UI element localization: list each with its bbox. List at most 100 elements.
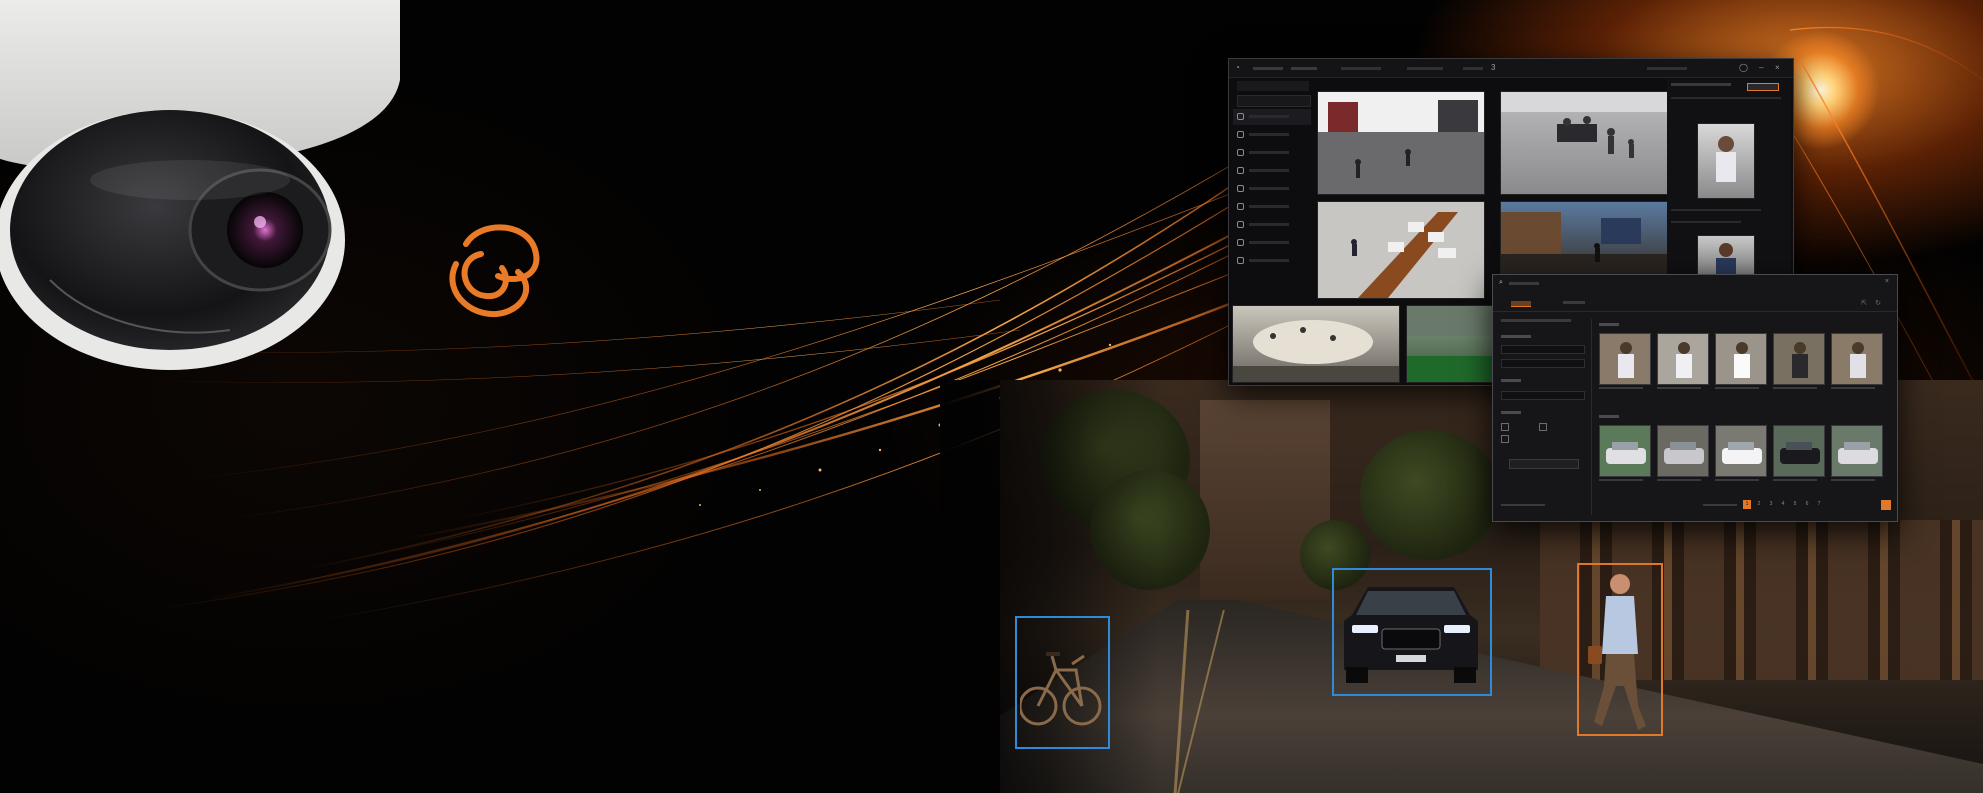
thumb-caption xyxy=(1773,479,1817,481)
vehicle-result-thumb[interactable] xyxy=(1657,425,1709,477)
panel-row xyxy=(1671,209,1761,211)
brand-logo-icon xyxy=(449,224,540,317)
window-titlebar: ◔ 3 ◯ – × xyxy=(1229,59,1793,78)
tab-playback[interactable] xyxy=(1407,67,1443,70)
page-1-button[interactable]: 1 xyxy=(1743,500,1751,509)
feed-content xyxy=(1233,320,1399,382)
time-to-field[interactable] xyxy=(1501,359,1585,368)
toolbar-item[interactable] xyxy=(1253,67,1283,70)
dialog-title-text xyxy=(1509,282,1539,285)
search-dialog: ⌕ × ⇱ ↻ 1 2 3 4 5 6 7 xyxy=(1492,274,1898,522)
thumb-caption xyxy=(1657,479,1701,481)
close-icon[interactable]: × xyxy=(1885,278,1889,285)
vehicle-result-thumb[interactable] xyxy=(1599,425,1651,477)
next-page-button[interactable] xyxy=(1881,500,1891,510)
camera-feed-tile[interactable] xyxy=(1317,91,1485,195)
sidebar-item[interactable] xyxy=(1233,145,1311,161)
feed-content xyxy=(1832,426,1882,476)
results-count xyxy=(1501,504,1545,506)
camera-icon xyxy=(1237,149,1244,156)
thumb-caption xyxy=(1773,387,1817,389)
detail-panel xyxy=(1667,79,1791,281)
feed-content xyxy=(1716,334,1766,384)
person-result-thumb[interactable] xyxy=(1599,333,1651,385)
person-result-thumb[interactable] xyxy=(1831,333,1883,385)
feed-content xyxy=(1774,426,1824,476)
camera-icon xyxy=(1237,257,1244,264)
person-snapshot[interactable] xyxy=(1697,123,1755,199)
detection-box-car xyxy=(1332,568,1492,696)
thumb-caption xyxy=(1657,387,1701,389)
search-button[interactable] xyxy=(1509,459,1579,469)
page-2-button[interactable]: 2 xyxy=(1755,500,1763,509)
sidebar-item[interactable] xyxy=(1233,181,1311,197)
camera-icon xyxy=(1237,167,1244,174)
page-7-button[interactable]: 7 xyxy=(1815,500,1823,509)
camera-feed-tile[interactable] xyxy=(1500,91,1668,195)
sidebar-item[interactable] xyxy=(1233,199,1311,215)
camera-icon xyxy=(1237,203,1244,210)
sidebar-item-label xyxy=(1249,187,1289,190)
dialog-title: ⌕ xyxy=(1499,279,1503,286)
page-4-button[interactable]: 4 xyxy=(1779,500,1787,509)
feed-content xyxy=(1600,426,1650,476)
sidebar-item[interactable] xyxy=(1233,253,1311,269)
tab-live[interactable] xyxy=(1341,67,1381,70)
sidebar-item-label xyxy=(1249,115,1289,118)
tab-search[interactable] xyxy=(1463,67,1483,70)
results-section-vehicles xyxy=(1599,415,1619,418)
camera-select[interactable] xyxy=(1501,391,1585,400)
sidebar-item[interactable] xyxy=(1233,235,1311,251)
minimize-icon[interactable]: – xyxy=(1759,63,1763,72)
panel-toggle[interactable] xyxy=(1747,83,1779,91)
tab-badge: 3 xyxy=(1491,63,1496,72)
refresh-icon[interactable]: ↻ xyxy=(1875,299,1881,307)
sidebar-header xyxy=(1237,81,1309,91)
sidebar-item-label xyxy=(1249,223,1289,226)
sidebar-item[interactable] xyxy=(1233,163,1311,179)
tab-people[interactable] xyxy=(1511,301,1531,307)
sidebar-item[interactable] xyxy=(1233,109,1311,125)
page-3-button[interactable]: 3 xyxy=(1767,500,1775,509)
vehicle-result-thumb[interactable] xyxy=(1715,425,1767,477)
checkbox[interactable] xyxy=(1539,423,1547,431)
feed-content xyxy=(1716,136,1736,182)
checkbox[interactable] xyxy=(1501,423,1509,431)
sidebar-item-label xyxy=(1249,205,1289,208)
camera-feed-tile[interactable] xyxy=(1232,305,1400,383)
camera-icon xyxy=(1237,239,1244,246)
tree xyxy=(1360,430,1500,560)
dialog-tabs: ⇱ ↻ xyxy=(1493,297,1897,312)
camera-icon xyxy=(1237,131,1244,138)
sidebar-search-input[interactable] xyxy=(1237,95,1311,107)
checkbox[interactable] xyxy=(1501,435,1509,443)
filter-section-title xyxy=(1501,319,1571,322)
tab-vehicles[interactable] xyxy=(1563,301,1585,304)
page-6-button[interactable]: 6 xyxy=(1803,500,1811,509)
camera-feed-tile[interactable] xyxy=(1500,201,1668,275)
filter-label xyxy=(1501,379,1521,382)
user-icon[interactable]: ◯ xyxy=(1739,63,1748,72)
feed-content xyxy=(1658,334,1708,384)
vehicle-result-thumb[interactable] xyxy=(1773,425,1825,477)
person-result-thumb[interactable] xyxy=(1773,333,1825,385)
sidebar-item[interactable] xyxy=(1233,127,1311,143)
camera-icon xyxy=(1237,113,1244,120)
dome-camera-icon xyxy=(0,0,400,370)
camera-feed-tile[interactable] xyxy=(1317,201,1485,299)
feed-content xyxy=(1716,426,1766,476)
sidebar-item-label xyxy=(1249,259,1289,262)
sidebar-item[interactable] xyxy=(1233,217,1311,233)
person-result-thumb[interactable] xyxy=(1715,333,1767,385)
vehicle-result-thumb[interactable] xyxy=(1831,425,1883,477)
page-5-button[interactable]: 5 xyxy=(1791,500,1799,509)
time-from-field[interactable] xyxy=(1501,345,1585,354)
feed-content xyxy=(1501,212,1667,274)
feed-content xyxy=(1832,334,1882,384)
detection-box-person xyxy=(1577,563,1663,736)
toolbar-item[interactable] xyxy=(1291,67,1317,70)
close-icon[interactable]: × xyxy=(1775,63,1780,72)
share-icon[interactable]: ⇱ xyxy=(1861,299,1867,307)
person-result-thumb[interactable] xyxy=(1657,333,1709,385)
camera-feed-tile[interactable] xyxy=(1406,305,1498,383)
